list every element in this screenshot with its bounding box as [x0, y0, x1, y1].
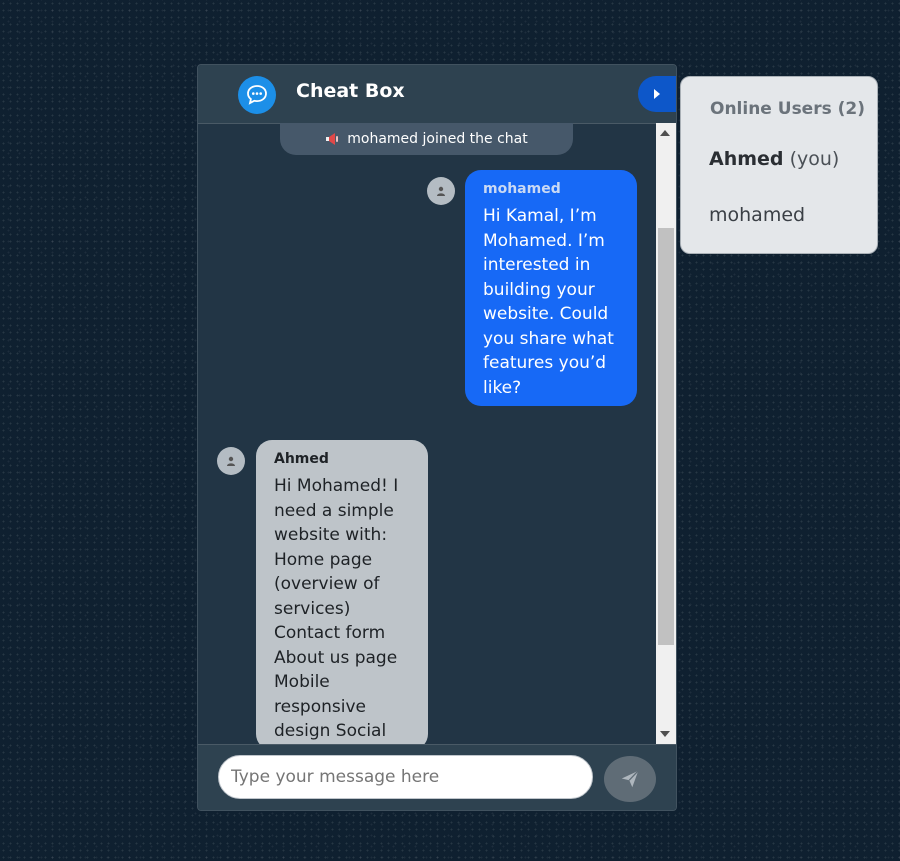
caret-right-icon — [654, 89, 660, 99]
message-list[interactable]: mohamed joined the chat mohamed Hi Kamal… — [198, 123, 676, 744]
online-users-title: Online Users (2) — [710, 99, 866, 119]
user-icon — [437, 186, 445, 196]
megaphone-icon — [326, 133, 339, 145]
avatar — [217, 447, 245, 475]
online-user-item[interactable]: Ahmed (you) — [709, 148, 839, 170]
avatar — [427, 177, 455, 205]
message-sender: Ahmed — [274, 451, 329, 467]
system-notice-text: mohamed joined the chat — [347, 131, 528, 147]
message-bubble-outgoing: mohamed Hi Kamal, I’m Mohamed. I’m inter… — [465, 170, 637, 406]
scrollbar-thumb[interactable] — [658, 228, 674, 645]
send-button[interactable] — [604, 756, 656, 802]
toggle-users-button[interactable] — [638, 76, 676, 112]
message-text: Hi Kamal, I’m Mohamed. I’m interested in… — [483, 206, 614, 398]
message-input[interactable] — [218, 755, 593, 799]
chat-header: Cheat Box — [198, 65, 676, 124]
online-user-item[interactable]: mohamed — [709, 204, 805, 226]
chat-window: Cheat Box mohamed joined the chat mohame… — [197, 64, 677, 811]
scrollbar[interactable] — [656, 123, 676, 744]
user-icon — [227, 456, 235, 466]
message-text: Hi Mohamed! I need a simple website with… — [274, 476, 399, 741]
scroll-up-arrow[interactable] — [660, 130, 670, 136]
chat-title: Cheat Box — [296, 80, 405, 102]
scroll-down-arrow[interactable] — [660, 731, 670, 737]
chat-bubbles-icon — [238, 76, 276, 114]
online-users-panel: Online Users (2) Ahmed (you) mohamed — [680, 76, 878, 254]
paper-plane-icon — [621, 770, 639, 788]
online-user-suffix: (you) — [789, 148, 840, 170]
message-bubble-incoming: Ahmed Hi Mohamed! I need a simple websit… — [256, 440, 428, 744]
message-sender: mohamed — [483, 181, 561, 197]
composer — [198, 744, 676, 810]
system-notice: mohamed joined the chat — [280, 123, 573, 155]
online-user-name: Ahmed — [709, 148, 784, 170]
online-user-name: mohamed — [709, 204, 806, 226]
